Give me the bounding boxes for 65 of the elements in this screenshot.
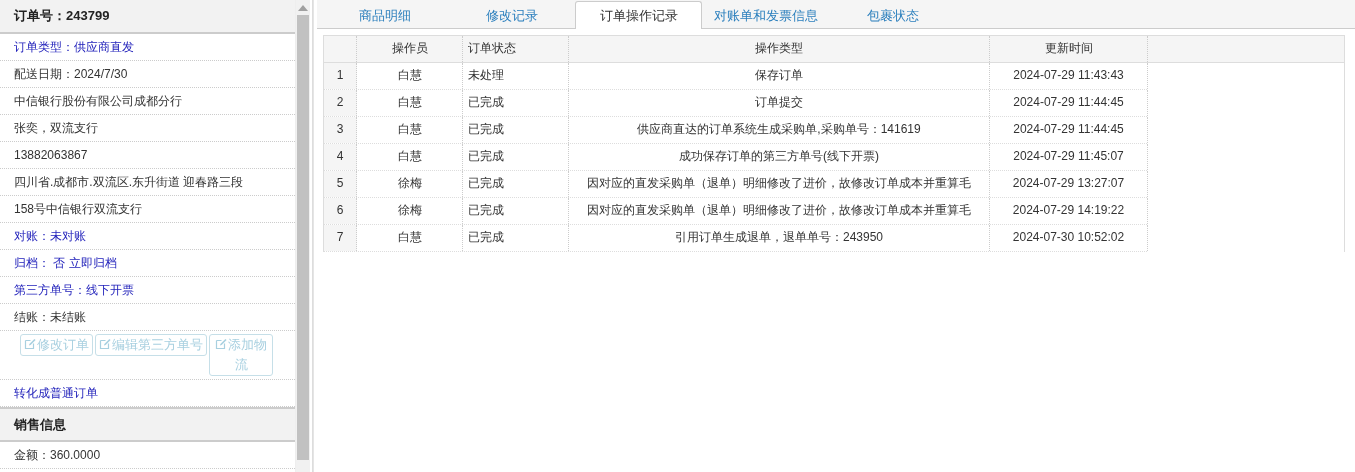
scrollbar[interactable] xyxy=(296,0,310,472)
info-text: 金额：360.0000 xyxy=(14,448,101,462)
table-cell: 订单提交 xyxy=(569,90,990,116)
table-cell: 2024-07-29 11:44:45 xyxy=(990,117,1148,143)
row-number: 4 xyxy=(324,144,357,170)
info-text: 配送日期：2024/7/30 xyxy=(14,67,128,81)
table-cell: 2024-07-29 13:27:07 xyxy=(990,171,1148,197)
row-number: 5 xyxy=(324,171,357,197)
tab[interactable]: 对账单和发票信息 xyxy=(702,2,829,29)
column-header: 操作员 xyxy=(357,36,463,62)
table-cell: 供应商直达的订单系统生成采购单,采购单号：141619 xyxy=(569,117,990,143)
row-number: 7 xyxy=(324,225,357,251)
info-link[interactable]: 第三方单号：线下开票 xyxy=(14,283,134,297)
row-number: 3 xyxy=(324,117,357,143)
edit-icon xyxy=(24,338,36,350)
table-cell: 保存订单 xyxy=(569,63,990,89)
table-cell: 2024-07-29 11:44:45 xyxy=(990,90,1148,116)
column-header: 更新时间 xyxy=(990,36,1148,62)
table-cell: 白慧 xyxy=(357,225,463,251)
section-title: 销售信息 xyxy=(0,407,295,442)
table-cell: 2024-07-29 14:19:22 xyxy=(990,198,1148,224)
table-cell: 已完成 xyxy=(463,171,569,197)
info-text: 四川省.成都市.双流区.东升街道 迎春路三段 xyxy=(14,175,244,189)
info-link[interactable]: 订单类型：供应商直发 xyxy=(14,40,134,54)
edit-icon xyxy=(215,338,227,350)
table-cell: 白慧 xyxy=(357,63,463,89)
scroll-up-icon[interactable] xyxy=(298,5,308,11)
tab[interactable]: 修改记录 xyxy=(448,2,575,29)
panel-title: 订单号：243799 xyxy=(0,0,295,34)
table-cell: 已完成 xyxy=(463,90,569,116)
table-cell: 未处理 xyxy=(463,63,569,89)
table-cell: 白慧 xyxy=(357,117,463,143)
info-text: 中信银行股份有限公司成都分行 xyxy=(14,94,182,108)
table-cell: 引用订单生成退单，退单单号：243950 xyxy=(569,225,990,251)
table-cell: 白慧 xyxy=(357,90,463,116)
edit-icon xyxy=(99,338,111,350)
tab[interactable]: 包裹状态 xyxy=(829,2,956,29)
info-text: 结账：未结账 xyxy=(14,310,86,324)
table-cell: 因对应的直发采购单（退单）明细修改了进价，故修改订单成本并重算毛 xyxy=(569,171,990,197)
table-cell: 2024-07-29 11:43:43 xyxy=(990,63,1148,89)
info-text: 158号中信银行双流支行 xyxy=(14,202,143,216)
column-header: 操作类型 xyxy=(569,36,990,62)
tab[interactable]: 订单操作记录 xyxy=(575,1,702,29)
table-cell: 已完成 xyxy=(463,225,569,251)
table-cell: 已完成 xyxy=(463,144,569,170)
table-cell: 因对应的直发采购单（退单）明细修改了进价，故修改订单成本并重算毛 xyxy=(569,198,990,224)
info-text: 张奕，双流支行 xyxy=(14,121,98,135)
row-number: 6 xyxy=(324,198,357,224)
table-cell: 2024-07-30 10:52:02 xyxy=(990,225,1148,251)
table-cell: 白慧 xyxy=(357,144,463,170)
convert-link[interactable]: 转化成普通订单 xyxy=(14,386,98,400)
table-cell: 徐梅 xyxy=(357,171,463,197)
table-cell: 成功保存订单的第三方单号(线下开票) xyxy=(569,144,990,170)
table-cell: 已完成 xyxy=(463,117,569,143)
info-link[interactable]: 对账：未对账 xyxy=(14,229,86,243)
row-number: 2 xyxy=(324,90,357,116)
row-number: 1 xyxy=(324,63,357,89)
info-text: 13882063867 xyxy=(14,148,88,162)
table-cell: 2024-07-29 11:45:07 xyxy=(990,144,1148,170)
info-link[interactable]: 归档： 否 立即归档 xyxy=(14,256,117,270)
table-cell: 徐梅 xyxy=(357,198,463,224)
scroll-thumb[interactable] xyxy=(297,15,309,460)
column-header: 订单状态 xyxy=(463,36,569,62)
tab[interactable]: 商品明细 xyxy=(321,2,448,29)
table-cell: 已完成 xyxy=(463,198,569,224)
